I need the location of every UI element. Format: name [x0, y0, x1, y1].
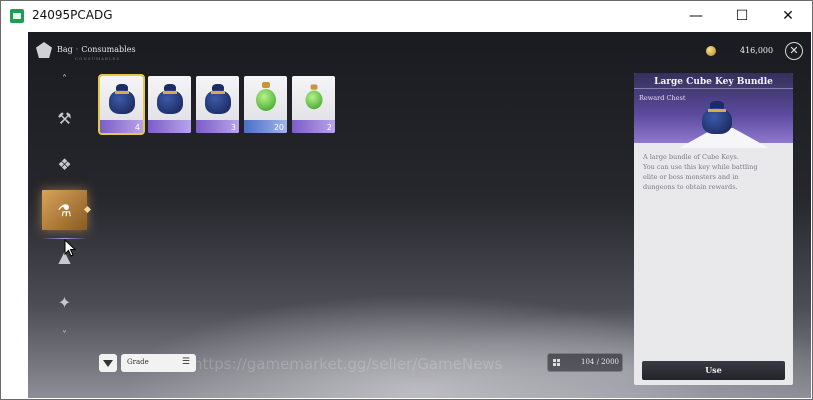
green-potion-icon [255, 82, 277, 116]
cube-key-bag-icon [155, 82, 185, 114]
sidebar-item-armor[interactable]: ⚒ [42, 98, 87, 138]
sidebar-item-accessory[interactable]: ❖ [42, 144, 87, 184]
game-window: 24095PCADG — ☐ ✕ Bag · Consumables CONSUMA… [0, 0, 813, 400]
bag-close-button[interactable]: ✕ [785, 42, 803, 60]
inventory-slot[interactable]: 3 [196, 76, 239, 133]
chevron-down-icon: ˅ [62, 329, 67, 341]
bag-capacity[interactable]: 104 / 2000 [547, 353, 623, 372]
gold-amount: 416,000 [740, 46, 774, 55]
description-line: elite or boss monsters and in [643, 173, 739, 181]
item-count: 4 [134, 123, 140, 132]
gold-coin-icon [706, 46, 716, 56]
maximize-button[interactable]: ☐ [719, 1, 765, 32]
inventory-slot[interactable]: 2 [292, 76, 335, 133]
green-potion-icon [305, 84, 324, 114]
cube-key-bag-icon [203, 82, 233, 114]
breadcrumb-bag[interactable]: Bag [57, 45, 73, 54]
accessory-icon: ❖ [57, 154, 72, 174]
misc-icon: ✦ [57, 292, 72, 312]
game-app-icon [10, 9, 24, 23]
divider [634, 88, 793, 89]
inventory-slot[interactable]: 20 [244, 76, 287, 133]
watermark-text: https://gamemarket.gg/seller/GameNews [193, 355, 503, 373]
sidebar-scroll-down[interactable]: ˅ [42, 328, 87, 342]
detail-header: Large Cube Key Bundle Reward Chest [634, 73, 793, 148]
detail-item-type: Reward Chest [639, 94, 686, 102]
cube-key-bag-icon [697, 99, 737, 135]
category-sidebar: ˄ ⚒ ❖ ⚗ ▲ ✦ ˅ [42, 72, 87, 342]
detail-title: Large Cube Key Bundle [654, 77, 773, 87]
detail-description: A large bundle of Cube Keys. You can use… [643, 152, 785, 192]
rarity-bar [148, 120, 191, 133]
description-line: dungeons to obtain rewards. [643, 183, 738, 191]
breadcrumb-separator: · [75, 45, 79, 54]
use-button[interactable]: Use [642, 361, 785, 380]
sort-label: Grade [127, 358, 149, 366]
breadcrumb-category: Consumables [81, 45, 136, 54]
window-title: 24095PCADG [32, 8, 113, 22]
item-count: 3 [230, 123, 236, 132]
breadcrumb: Bag · Consumables CONSUMABLES [57, 45, 136, 61]
breadcrumb-subtext: CONSUMABLES [75, 56, 121, 61]
sort-dropdown[interactable]: Grade ☰ [121, 354, 196, 372]
title-bar: 24095PCADG — ☐ ✕ [1, 1, 812, 32]
sidebar-scroll-up[interactable]: ˄ [42, 72, 87, 86]
description-line: A large bundle of Cube Keys. [643, 153, 739, 161]
inventory-slot[interactable] [148, 76, 191, 133]
cube-key-bag-icon [107, 82, 137, 114]
filter-button[interactable] [99, 354, 117, 372]
description-line: You can use this key while battling [643, 163, 758, 171]
inventory-slot[interactable]: 4 [98, 74, 145, 135]
consumables-icon: ⚗ [57, 200, 72, 220]
armor-icon: ⚒ [57, 108, 72, 128]
minimize-button[interactable]: — [673, 1, 719, 32]
item-count: 2 [326, 123, 332, 132]
grid-icon [553, 359, 560, 366]
window-close-button[interactable]: ✕ [765, 1, 811, 32]
bag-crest-icon [36, 42, 52, 58]
game-viewport: Bag · Consumables CONSUMABLES 416,000 ✕ ˄ … [28, 32, 811, 398]
capacity-text: 104 / 2000 [581, 358, 619, 366]
sidebar-item-consumables[interactable]: ⚗ [42, 190, 87, 230]
filter-icon [103, 359, 113, 367]
item-count: 20 [273, 123, 284, 132]
chevron-up-icon: ˄ [62, 73, 67, 85]
sort-icon: ☰ [181, 357, 190, 367]
item-detail-panel: Large Cube Key Bundle Reward Chest A lar… [634, 73, 793, 385]
sidebar-item-misc[interactable]: ✦ [42, 282, 87, 322]
